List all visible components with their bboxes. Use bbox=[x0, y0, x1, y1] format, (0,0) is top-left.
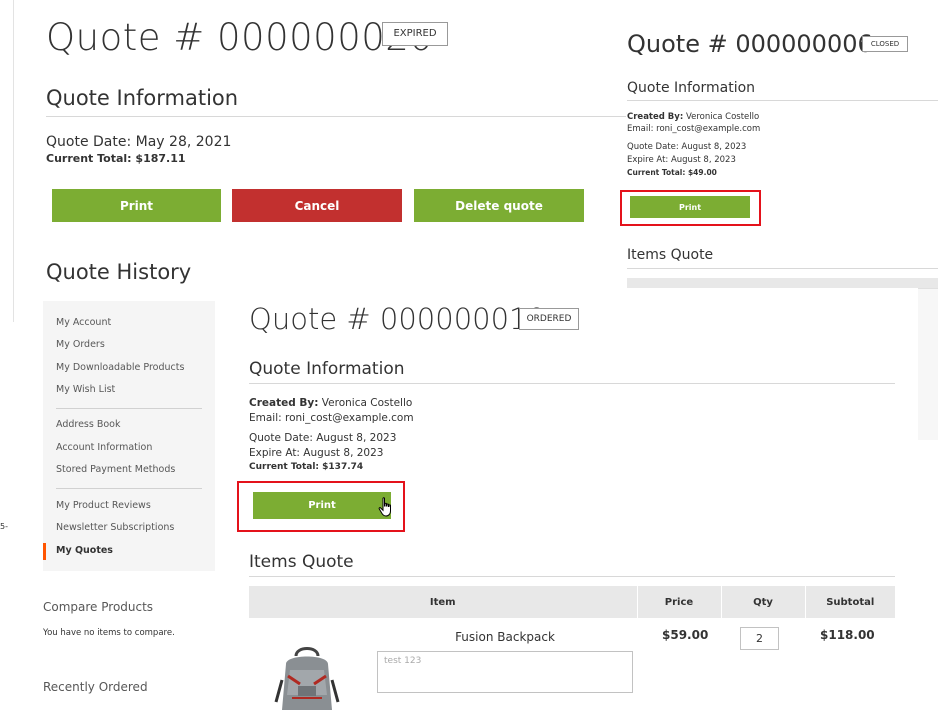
status-badge-expired: EXPIRED bbox=[382, 22, 448, 46]
highlight-box bbox=[620, 190, 761, 226]
quote-history-heading: Quote History bbox=[46, 260, 192, 284]
hand-pointer-icon bbox=[378, 497, 391, 517]
expire-at: Expire At: August 8, 2023 bbox=[627, 155, 736, 165]
product-name[interactable]: Fusion Backpack bbox=[380, 630, 630, 644]
sidebar-item-my-quotes[interactable]: My Quotes bbox=[56, 545, 113, 556]
created-by-value: Veronica Costello bbox=[321, 397, 413, 409]
email: Email: roni_cost@example.com bbox=[627, 124, 761, 134]
status-badge-ordered: ORDERED bbox=[519, 308, 579, 330]
current-total: Current Total: $137.74 bbox=[249, 462, 364, 472]
table-header-row: Item Price Qty Subtotal bbox=[249, 586, 895, 618]
quote-title-closed: Quote # 000000006 bbox=[627, 30, 873, 58]
item-note-textarea[interactable]: test 123 bbox=[377, 651, 633, 693]
delete-quote-button[interactable]: Delete quote bbox=[414, 189, 584, 222]
created-by-label: Created By: bbox=[249, 397, 319, 409]
sidebar-item-wish-list[interactable]: My Wish List bbox=[56, 384, 115, 395]
section-divider bbox=[627, 268, 938, 269]
quote-title-expired: Quote # 000000020 bbox=[46, 16, 434, 59]
items-table: Item Price Qty Subtotal bbox=[249, 586, 895, 618]
status-badge-closed: CLOSED bbox=[862, 36, 908, 52]
section-divider bbox=[249, 576, 895, 577]
sidebar-divider bbox=[56, 408, 202, 409]
quote-date: Quote Date: August 8, 2023 bbox=[627, 142, 747, 152]
section-divider bbox=[46, 116, 626, 117]
column-qty: Qty bbox=[721, 586, 806, 618]
sidebar-item-product-reviews[interactable]: My Product Reviews bbox=[56, 500, 151, 511]
quote-information-heading: Quote Information bbox=[249, 359, 405, 379]
backpack-product-image bbox=[274, 647, 340, 710]
items-quote-heading: Items Quote bbox=[249, 552, 354, 572]
sidebar-item-newsletter[interactable]: Newsletter Subscriptions bbox=[56, 522, 174, 533]
current-total: Current Total: $187.11 bbox=[46, 152, 186, 165]
items-quote-heading: Items Quote bbox=[627, 247, 714, 263]
items-table-rows bbox=[918, 288, 938, 440]
sidebar-divider bbox=[56, 488, 202, 489]
quote-date: Quote Date: May 28, 2021 bbox=[46, 134, 232, 150]
active-indicator bbox=[43, 543, 46, 560]
sidebar-item-my-orders[interactable]: My Orders bbox=[56, 339, 105, 350]
quote-date: Quote Date: August 8, 2023 bbox=[249, 432, 397, 444]
quantity-input[interactable] bbox=[740, 627, 779, 650]
quote-information-heading: Quote Information bbox=[627, 80, 756, 96]
created-by-value: Veronica Costello bbox=[685, 112, 760, 122]
created-by: Created By: Veronica Costello bbox=[627, 112, 759, 122]
created-by-label: Created By: bbox=[627, 112, 684, 122]
sidebar-item-downloadable-products[interactable]: My Downloadable Products bbox=[56, 362, 184, 373]
print-button[interactable]: Print bbox=[52, 189, 221, 222]
sidebar-item-my-account[interactable]: My Account bbox=[56, 317, 111, 328]
created-by: Created By: Veronica Costello bbox=[249, 397, 412, 409]
items-table-header bbox=[627, 278, 938, 288]
recently-ordered-heading: Recently Ordered bbox=[43, 680, 148, 694]
left-edge-divider bbox=[0, 0, 14, 322]
clipped-text: 5- bbox=[0, 522, 8, 531]
column-item: Item bbox=[249, 586, 638, 618]
sidebar-item-address-book[interactable]: Address Book bbox=[56, 419, 121, 430]
quote-title-ordered: Quote # 000000010 bbox=[249, 302, 546, 336]
column-price: Price bbox=[637, 586, 722, 618]
cancel-button[interactable]: Cancel bbox=[232, 189, 402, 222]
section-divider bbox=[627, 100, 938, 101]
current-total: Current Total: $49.00 bbox=[627, 168, 717, 177]
quote-information-heading: Quote Information bbox=[46, 86, 239, 110]
product-subtotal: $118.00 bbox=[820, 628, 875, 642]
email: Email: roni_cost@example.com bbox=[249, 412, 414, 424]
compare-products-heading: Compare Products bbox=[43, 600, 154, 614]
product-price: $59.00 bbox=[662, 628, 709, 642]
sidebar-item-stored-payment-methods[interactable]: Stored Payment Methods bbox=[56, 464, 175, 475]
expire-at: Expire At: August 8, 2023 bbox=[249, 447, 384, 459]
section-divider bbox=[249, 383, 895, 384]
column-subtotal: Subtotal bbox=[805, 586, 895, 618]
sidebar-item-account-information[interactable]: Account Information bbox=[56, 442, 152, 453]
compare-empty-text: You have no items to compare. bbox=[43, 628, 175, 638]
